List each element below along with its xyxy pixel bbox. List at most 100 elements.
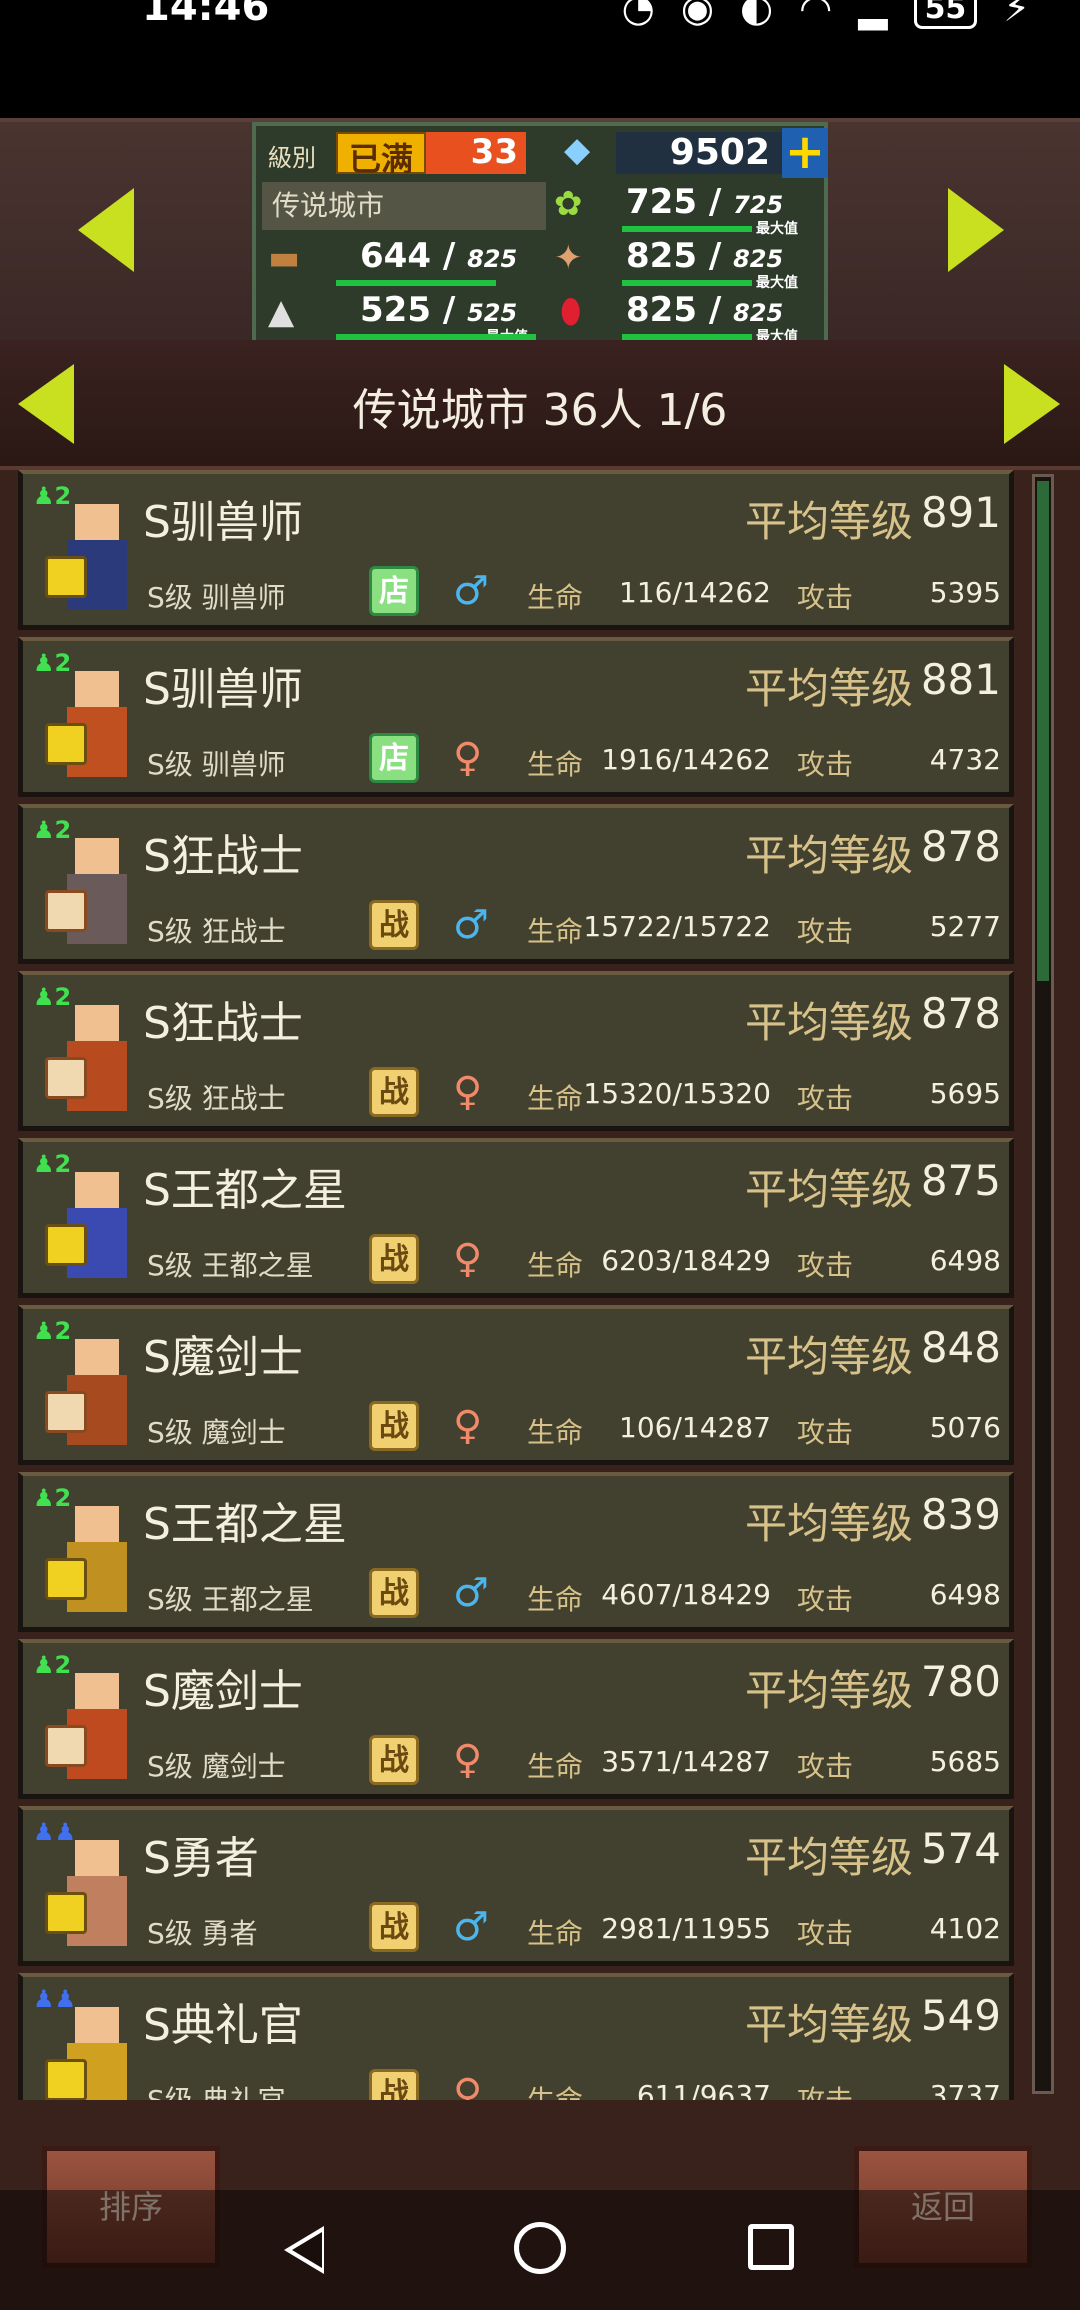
- avg-level-value: 881: [920, 655, 1001, 704]
- character-row[interactable]: ♟2 S王都之星 平均等级 839 S级 王都之星 战 ♂ 生命 4607/18429 攻击 649…: [18, 1472, 1014, 1632]
- next-city-arrow-icon[interactable]: [948, 188, 1004, 272]
- add-gems-button[interactable]: +: [782, 128, 828, 178]
- status-time: 14:46: [142, 0, 270, 30]
- house-icon: [45, 1057, 87, 1099]
- scrollbar-thumb[interactable]: [1037, 481, 1049, 981]
- hp-label: 生命: [527, 1917, 584, 1950]
- sprite-head: [75, 838, 119, 878]
- charging-icon: ⚡: [1003, 0, 1030, 30]
- nav-recents-icon[interactable]: [748, 2224, 794, 2270]
- material-bar: [622, 280, 752, 286]
- scrollbar[interactable]: [1032, 474, 1054, 2094]
- character-row[interactable]: ♟2 S驯兽师 平均等级 881 S级 驯兽师 店 ♀ 生命 1916/14262 攻击 4732: [18, 637, 1014, 797]
- avg-level-value: 549: [920, 1991, 1001, 2040]
- character-class: S级 勇者: [147, 1917, 258, 1950]
- avg-level-value: 848: [920, 1323, 1001, 1372]
- level-max-tag: 已满: [336, 132, 426, 178]
- food-value: 725 / 725: [626, 182, 784, 222]
- hp-value: 116/14262: [619, 576, 771, 609]
- atk-value: 6498: [929, 1244, 1001, 1277]
- food-bar: [622, 226, 752, 232]
- resource-bar: 級別 已满 33 ◆ 9502 + 传说城市 ✿ 725 / 725 最大值 ▬…: [0, 118, 1080, 345]
- character-avatar: ♟2: [31, 1150, 143, 1288]
- character-row[interactable]: ♟2 S王都之星 平均等级 875 S级 王都之星 战 ♀ 生命 6203/18429 攻击 649…: [18, 1138, 1014, 1298]
- stone-value: 525 / 525: [360, 290, 518, 330]
- atk-value: 4732: [929, 743, 1001, 776]
- mute-icon: ◐: [739, 0, 774, 30]
- avg-level-value: 780: [920, 1657, 1001, 1706]
- nav-home-icon[interactable]: [514, 2222, 566, 2274]
- character-row[interactable]: ♟2 S狂战士 平均等级 878 S级 狂战士 战 ♀ 生命 15320/15320 攻击 5695: [18, 971, 1014, 1131]
- female-icon: ♀: [453, 735, 483, 781]
- next-page-arrow-icon[interactable]: [1004, 364, 1060, 444]
- character-avatar: ♟2: [31, 649, 143, 787]
- character-class: S级 驯兽师: [147, 748, 286, 781]
- hp-label: 生命: [527, 915, 584, 948]
- character-row[interactable]: ♟2 S狂战士 平均等级 878 S级 狂战士 战 ♂ 生命 15722/15722 攻击 5277: [18, 804, 1014, 964]
- smiley-icon: [45, 556, 87, 598]
- female-icon: ♀: [453, 2071, 483, 2100]
- character-avatar: ♟2: [31, 1317, 143, 1455]
- character-row[interactable]: ♟♟ S典礼官 平均等级549 S级 典礼官 战 ♀ 生命 611/9637 攻击 3737: [18, 1973, 1014, 2100]
- avg-level-value: 891: [920, 488, 1001, 537]
- avg-level-label: 平均等级: [744, 1332, 913, 1381]
- hp-value: 6203/18429: [601, 1244, 771, 1277]
- rank-icon: ♟2: [33, 1317, 72, 1345]
- character-name: S勇者: [143, 1833, 259, 1884]
- house-icon: [45, 1725, 87, 1767]
- character-row[interactable]: ♟2 S魔剑士 平均等级 848 S级 魔剑士 战 ♀ 生命 106/14287 攻击 5076: [18, 1305, 1014, 1465]
- hp-label: 生命: [527, 1082, 584, 1115]
- gem-count: 9502: [616, 132, 782, 174]
- male-icon: ♂: [453, 1570, 489, 1616]
- city-title-bar: 传说城市 36人 1/6: [0, 340, 1080, 470]
- character-row[interactable]: ♟2 S魔剑士 平均等级 780 S级 魔剑士 战 ♀ 生命 3571/14287 攻击 5685: [18, 1639, 1014, 1799]
- page-title: 传说城市 36人 1/6: [352, 385, 728, 436]
- status-icons: ◔ ◉ ◐ ◠ ▂ 55 ⚡: [622, 0, 1030, 30]
- rank-icon: ♟2: [33, 816, 72, 844]
- atk-value: 5076: [929, 1411, 1001, 1444]
- character-class: S级 狂战士: [147, 1082, 286, 1115]
- atk-value: 5685: [929, 1745, 1001, 1778]
- rank-icon: ♟2: [33, 482, 72, 510]
- grass-icon: ✿: [554, 184, 583, 224]
- fight-badge: 战: [369, 1234, 419, 1284]
- character-name: S狂战士: [143, 831, 303, 882]
- female-icon: ♀: [453, 1737, 483, 1783]
- prev-city-arrow-icon[interactable]: [78, 188, 134, 272]
- character-name: S狂战士: [143, 998, 303, 1049]
- avg-level-label: 平均等级: [744, 2000, 913, 2049]
- character-row[interactable]: ♟2 S驯兽师 平均等级 891 S级 驯兽师 店 ♂ 生命 116/14262 攻击 5395: [18, 470, 1014, 630]
- avg-level-label: 平均等级: [744, 664, 913, 713]
- hp-label: 生命: [527, 2079, 583, 2100]
- hp-label: 生命: [527, 581, 584, 614]
- hp-value: 4607/18429: [601, 1578, 771, 1611]
- smiley-icon: [45, 1558, 87, 1600]
- avg-level-label: 平均等级: [744, 1499, 913, 1548]
- hp-value: 106/14287: [619, 1411, 771, 1444]
- avg-level-label: 平均等级: [744, 497, 913, 546]
- wood-icon: ▬: [268, 238, 301, 278]
- hp-value: 1916/14262: [601, 743, 771, 776]
- character-name: S典礼官: [143, 2000, 303, 2051]
- sprite-head: [75, 671, 119, 711]
- male-icon: ♂: [453, 902, 489, 948]
- atk-label: 攻击: [797, 915, 854, 948]
- ruby-value: 825 / 825: [626, 290, 784, 330]
- hp-value: 15320/15320: [583, 1077, 771, 1110]
- fight-badge: 战: [369, 1401, 419, 1451]
- hp-value: 3571/14287: [601, 1745, 771, 1778]
- atk-label: 攻击: [797, 1750, 854, 1783]
- character-row[interactable]: ♟♟ S勇者 平均等级 574 S级 勇者 战 ♂ 生命 2981/11955 攻击 4102: [18, 1806, 1014, 1966]
- fight-badge: 战: [369, 1902, 419, 1952]
- status-bar: 14:46 ◔ ◉ ◐ ◠ ▂ 55 ⚡: [0, 0, 1080, 118]
- atk-label: 攻击: [797, 1583, 854, 1616]
- character-name: S魔剑士: [143, 1666, 303, 1717]
- atk-value: 5277: [929, 910, 1001, 943]
- avg-level-label: 平均等级: [744, 1165, 913, 1214]
- character-class: S级 王都之星: [147, 1583, 314, 1616]
- female-icon: ♀: [453, 1069, 483, 1115]
- house-icon: [45, 890, 87, 932]
- character-name: S王都之星: [143, 1499, 347, 1550]
- smiley-icon: [45, 1224, 87, 1266]
- rank-icon: ♟♟: [33, 1818, 77, 1846]
